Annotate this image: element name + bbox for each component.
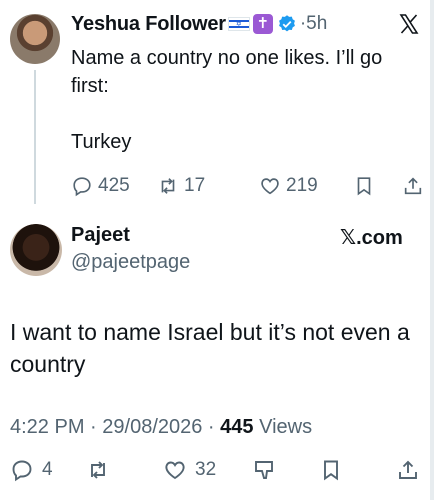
reply-button[interactable]: 425 xyxy=(71,175,130,197)
thread-line xyxy=(34,70,36,204)
like-count: 219 xyxy=(286,175,318,196)
like-icon xyxy=(165,461,185,480)
avatar[interactable] xyxy=(10,14,60,64)
tweet-actions: 4 32 xyxy=(0,458,434,488)
tweet-actions: 425 17 219 xyxy=(71,175,426,199)
share-button[interactable] xyxy=(396,458,428,482)
cross-icon: ✝ xyxy=(252,14,273,34)
like-button[interactable]: 219 xyxy=(259,175,318,197)
x-watermark: 𝕏.com xyxy=(340,227,403,249)
avatar[interactable] xyxy=(10,224,62,276)
reply-button[interactable]: 4 xyxy=(10,458,53,482)
tweet-meta: 4:22 PM · 29/08/2026 · 445 Views xyxy=(10,416,313,438)
tweet-text: I want to name Israel but it’s not even … xyxy=(10,319,410,377)
views-label: Views xyxy=(259,416,313,438)
share-icon xyxy=(399,460,417,479)
bookmark-icon xyxy=(324,460,338,481)
tweet-date[interactable]: 29/08/2026 xyxy=(102,416,202,438)
time-value: 5h xyxy=(306,13,328,34)
dislike-icon xyxy=(255,461,273,479)
like-count: 32 xyxy=(195,459,217,480)
bookmark-button[interactable] xyxy=(319,458,351,482)
x-logo-icon xyxy=(399,14,419,34)
reply-icon xyxy=(73,177,91,197)
main-tweet[interactable]: Pajeet @pajeetpage 𝕏.com I want to name … xyxy=(0,210,434,500)
tweet-time[interactable]: ·5h xyxy=(300,13,327,35)
author-name[interactable]: Yeshua Follower xyxy=(71,13,226,36)
share-icon xyxy=(404,177,422,195)
author-name[interactable]: Pajeet xyxy=(71,224,130,247)
like-icon xyxy=(261,178,279,195)
reply-count: 4 xyxy=(42,459,53,480)
tweet-header: Yeshua Follower ✡ ✝ ·5h xyxy=(71,12,327,36)
flag-star: ✡ xyxy=(235,21,242,28)
repost-icon xyxy=(91,461,105,479)
repost-button[interactable] xyxy=(86,458,118,482)
author-handle[interactable]: @pajeetpage xyxy=(71,251,190,274)
bookmark-icon xyxy=(357,177,371,196)
like-button[interactable]: 32 xyxy=(163,458,216,482)
share-button[interactable] xyxy=(402,175,429,197)
scrollbar[interactable] xyxy=(430,0,434,500)
tweet-text: Name a country no one likes. I’ll go fir… xyxy=(71,47,383,153)
repost-count: 17 xyxy=(184,175,206,196)
tweet-time[interactable]: 4:22 PM xyxy=(10,416,84,438)
dislike-button[interactable] xyxy=(252,458,284,482)
israel-flag-icon: ✡ xyxy=(227,17,250,31)
repost-icon xyxy=(161,178,175,194)
views-count: 445 xyxy=(220,416,254,438)
bookmark-button[interactable] xyxy=(353,175,380,197)
repost-button[interactable]: 17 xyxy=(157,175,205,197)
reply-count: 425 xyxy=(98,175,130,196)
reply-icon xyxy=(12,460,32,482)
quoted-tweet[interactable]: Yeshua Follower ✡ ✝ ·5h Name a country n… xyxy=(0,0,434,210)
verified-badge-icon xyxy=(278,15,295,32)
